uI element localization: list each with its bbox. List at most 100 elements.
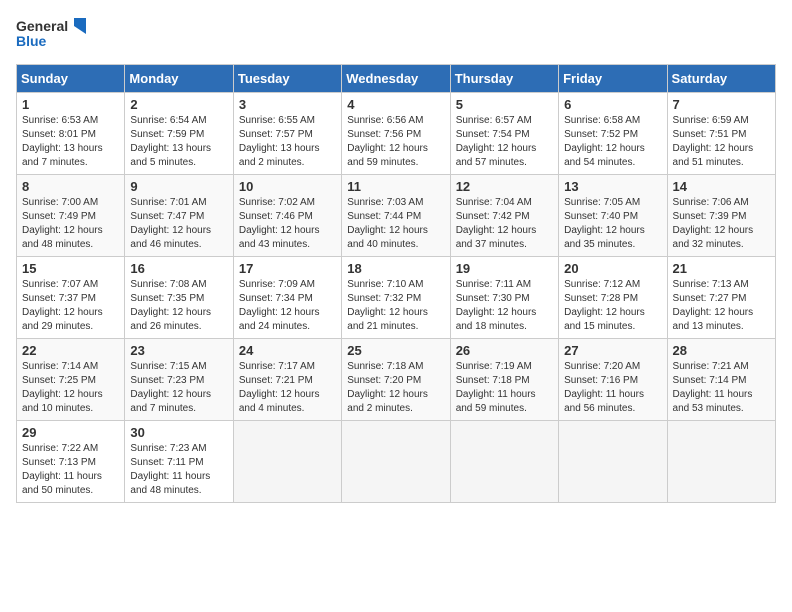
day-info: Sunrise: 7:10 AMSunset: 7:32 PMDaylight:… <box>347 279 428 332</box>
logo-svg: General Blue <box>16 16 86 52</box>
weekday-header-tuesday: Tuesday <box>233 65 341 93</box>
day-number: 9 <box>130 179 227 194</box>
day-number: 21 <box>673 261 770 276</box>
calendar-table: SundayMondayTuesdayWednesdayThursdayFrid… <box>16 64 776 503</box>
day-number: 30 <box>130 425 227 440</box>
calendar-cell: 10 Sunrise: 7:02 AMSunset: 7:46 PMDaylig… <box>233 175 341 257</box>
calendar-cell: 23 Sunrise: 7:15 AMSunset: 7:23 PMDaylig… <box>125 339 233 421</box>
calendar-cell: 28 Sunrise: 7:21 AMSunset: 7:14 PMDaylig… <box>667 339 775 421</box>
day-info: Sunrise: 6:58 AMSunset: 7:52 PMDaylight:… <box>564 115 645 168</box>
calendar-cell: 25 Sunrise: 7:18 AMSunset: 7:20 PMDaylig… <box>342 339 450 421</box>
day-number: 6 <box>564 97 661 112</box>
calendar-week-row: 15 Sunrise: 7:07 AMSunset: 7:37 PMDaylig… <box>17 257 776 339</box>
day-info: Sunrise: 6:53 AMSunset: 8:01 PMDaylight:… <box>22 115 103 168</box>
calendar-cell: 27 Sunrise: 7:20 AMSunset: 7:16 PMDaylig… <box>559 339 667 421</box>
calendar-cell: 29 Sunrise: 7:22 AMSunset: 7:13 PMDaylig… <box>17 421 125 503</box>
day-info: Sunrise: 7:01 AMSunset: 7:47 PMDaylight:… <box>130 197 211 250</box>
day-info: Sunrise: 7:18 AMSunset: 7:20 PMDaylight:… <box>347 361 428 414</box>
calendar-cell: 13 Sunrise: 7:05 AMSunset: 7:40 PMDaylig… <box>559 175 667 257</box>
weekday-header-row: SundayMondayTuesdayWednesdayThursdayFrid… <box>17 65 776 93</box>
day-info: Sunrise: 7:12 AMSunset: 7:28 PMDaylight:… <box>564 279 645 332</box>
calendar-cell: 22 Sunrise: 7:14 AMSunset: 7:25 PMDaylig… <box>17 339 125 421</box>
calendar-cell: 17 Sunrise: 7:09 AMSunset: 7:34 PMDaylig… <box>233 257 341 339</box>
calendar-cell: 9 Sunrise: 7:01 AMSunset: 7:47 PMDayligh… <box>125 175 233 257</box>
day-number: 10 <box>239 179 336 194</box>
calendar-cell <box>233 421 341 503</box>
calendar-cell: 14 Sunrise: 7:06 AMSunset: 7:39 PMDaylig… <box>667 175 775 257</box>
calendar-cell <box>559 421 667 503</box>
day-number: 25 <box>347 343 444 358</box>
day-number: 29 <box>22 425 119 440</box>
day-info: Sunrise: 7:22 AMSunset: 7:13 PMDaylight:… <box>22 443 102 496</box>
day-info: Sunrise: 7:17 AMSunset: 7:21 PMDaylight:… <box>239 361 320 414</box>
weekday-header-thursday: Thursday <box>450 65 558 93</box>
day-info: Sunrise: 7:23 AMSunset: 7:11 PMDaylight:… <box>130 443 210 496</box>
weekday-header-monday: Monday <box>125 65 233 93</box>
calendar-cell: 19 Sunrise: 7:11 AMSunset: 7:30 PMDaylig… <box>450 257 558 339</box>
logo: General Blue <box>16 16 86 52</box>
day-number: 23 <box>130 343 227 358</box>
day-info: Sunrise: 6:57 AMSunset: 7:54 PMDaylight:… <box>456 115 537 168</box>
day-info: Sunrise: 7:13 AMSunset: 7:27 PMDaylight:… <box>673 279 754 332</box>
day-info: Sunrise: 6:59 AMSunset: 7:51 PMDaylight:… <box>673 115 754 168</box>
day-info: Sunrise: 6:55 AMSunset: 7:57 PMDaylight:… <box>239 115 320 168</box>
day-number: 5 <box>456 97 553 112</box>
day-number: 11 <box>347 179 444 194</box>
day-info: Sunrise: 6:54 AMSunset: 7:59 PMDaylight:… <box>130 115 211 168</box>
calendar-cell: 24 Sunrise: 7:17 AMSunset: 7:21 PMDaylig… <box>233 339 341 421</box>
day-info: Sunrise: 7:02 AMSunset: 7:46 PMDaylight:… <box>239 197 320 250</box>
day-number: 2 <box>130 97 227 112</box>
day-number: 17 <box>239 261 336 276</box>
calendar-week-row: 29 Sunrise: 7:22 AMSunset: 7:13 PMDaylig… <box>17 421 776 503</box>
calendar-cell: 4 Sunrise: 6:56 AMSunset: 7:56 PMDayligh… <box>342 93 450 175</box>
day-number: 26 <box>456 343 553 358</box>
calendar-cell: 3 Sunrise: 6:55 AMSunset: 7:57 PMDayligh… <box>233 93 341 175</box>
day-number: 24 <box>239 343 336 358</box>
svg-text:General: General <box>16 18 68 34</box>
calendar-cell: 5 Sunrise: 6:57 AMSunset: 7:54 PMDayligh… <box>450 93 558 175</box>
day-number: 7 <box>673 97 770 112</box>
day-info: Sunrise: 7:14 AMSunset: 7:25 PMDaylight:… <box>22 361 103 414</box>
calendar-cell: 8 Sunrise: 7:00 AMSunset: 7:49 PMDayligh… <box>17 175 125 257</box>
calendar-week-row: 8 Sunrise: 7:00 AMSunset: 7:49 PMDayligh… <box>17 175 776 257</box>
day-number: 22 <box>22 343 119 358</box>
weekday-header-sunday: Sunday <box>17 65 125 93</box>
day-info: Sunrise: 7:07 AMSunset: 7:37 PMDaylight:… <box>22 279 103 332</box>
svg-text:Blue: Blue <box>16 33 47 49</box>
weekday-header-friday: Friday <box>559 65 667 93</box>
day-number: 16 <box>130 261 227 276</box>
day-info: Sunrise: 7:04 AMSunset: 7:42 PMDaylight:… <box>456 197 537 250</box>
calendar-week-row: 22 Sunrise: 7:14 AMSunset: 7:25 PMDaylig… <box>17 339 776 421</box>
page-header: General Blue <box>16 16 776 52</box>
calendar-cell: 12 Sunrise: 7:04 AMSunset: 7:42 PMDaylig… <box>450 175 558 257</box>
weekday-header-wednesday: Wednesday <box>342 65 450 93</box>
calendar-cell: 1 Sunrise: 6:53 AMSunset: 8:01 PMDayligh… <box>17 93 125 175</box>
calendar-cell: 18 Sunrise: 7:10 AMSunset: 7:32 PMDaylig… <box>342 257 450 339</box>
calendar-cell: 21 Sunrise: 7:13 AMSunset: 7:27 PMDaylig… <box>667 257 775 339</box>
calendar-cell: 7 Sunrise: 6:59 AMSunset: 7:51 PMDayligh… <box>667 93 775 175</box>
calendar-cell: 30 Sunrise: 7:23 AMSunset: 7:11 PMDaylig… <box>125 421 233 503</box>
day-info: Sunrise: 7:15 AMSunset: 7:23 PMDaylight:… <box>130 361 211 414</box>
day-info: Sunrise: 7:21 AMSunset: 7:14 PMDaylight:… <box>673 361 753 414</box>
day-info: Sunrise: 7:09 AMSunset: 7:34 PMDaylight:… <box>239 279 320 332</box>
day-info: Sunrise: 7:08 AMSunset: 7:35 PMDaylight:… <box>130 279 211 332</box>
calendar-cell <box>450 421 558 503</box>
day-info: Sunrise: 6:56 AMSunset: 7:56 PMDaylight:… <box>347 115 428 168</box>
day-number: 4 <box>347 97 444 112</box>
day-number: 18 <box>347 261 444 276</box>
calendar-cell: 15 Sunrise: 7:07 AMSunset: 7:37 PMDaylig… <box>17 257 125 339</box>
day-info: Sunrise: 7:03 AMSunset: 7:44 PMDaylight:… <box>347 197 428 250</box>
day-number: 15 <box>22 261 119 276</box>
calendar-cell: 11 Sunrise: 7:03 AMSunset: 7:44 PMDaylig… <box>342 175 450 257</box>
day-info: Sunrise: 7:00 AMSunset: 7:49 PMDaylight:… <box>22 197 103 250</box>
weekday-header-saturday: Saturday <box>667 65 775 93</box>
day-number: 20 <box>564 261 661 276</box>
day-number: 14 <box>673 179 770 194</box>
day-number: 13 <box>564 179 661 194</box>
day-number: 19 <box>456 261 553 276</box>
day-number: 28 <box>673 343 770 358</box>
calendar-cell: 6 Sunrise: 6:58 AMSunset: 7:52 PMDayligh… <box>559 93 667 175</box>
calendar-cell: 16 Sunrise: 7:08 AMSunset: 7:35 PMDaylig… <box>125 257 233 339</box>
day-info: Sunrise: 7:11 AMSunset: 7:30 PMDaylight:… <box>456 279 537 332</box>
calendar-week-row: 1 Sunrise: 6:53 AMSunset: 8:01 PMDayligh… <box>17 93 776 175</box>
